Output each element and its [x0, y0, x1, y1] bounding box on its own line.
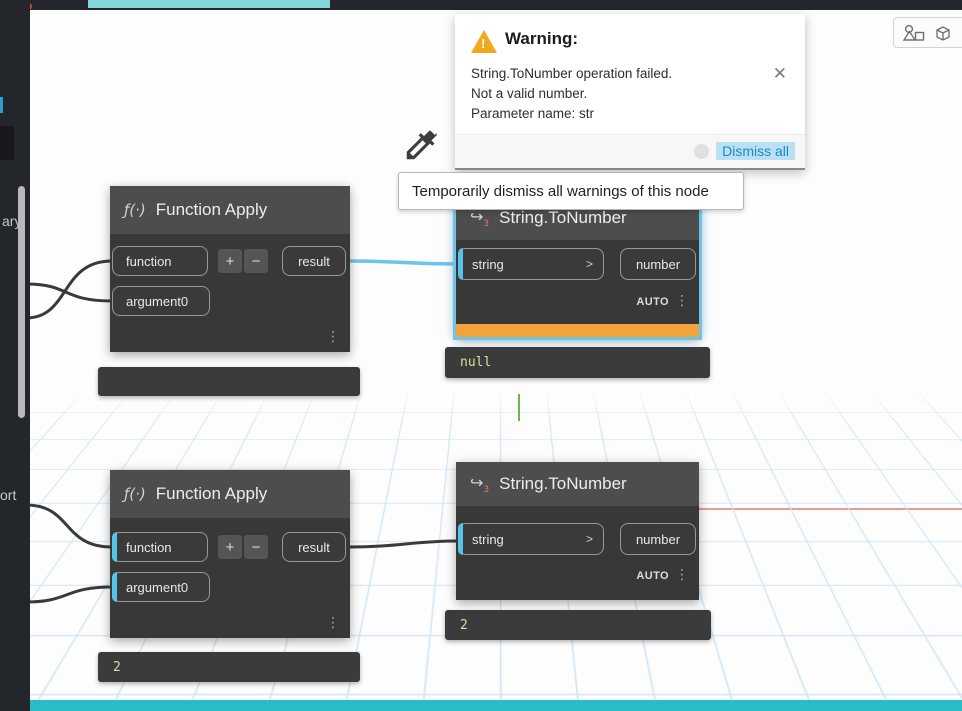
node-options-icon[interactable]: ⋮ — [326, 330, 340, 344]
output-port-number[interactable]: number — [620, 248, 696, 280]
preview-bubble-string-tonumber-bottom[interactable]: 2 — [445, 610, 711, 640]
port-label: number — [635, 256, 681, 272]
node-title: String.ToNumber — [499, 474, 627, 493]
node-options-icon[interactable]: ⋮ — [326, 616, 340, 630]
warning-popup-footer: Dismiss all — [455, 134, 805, 168]
close-icon[interactable]: ✕ — [773, 64, 787, 84]
dynamo-workspace: null 2 2 ƒ(·) Function Apply function + … — [0, 0, 962, 711]
geometry-view-toolbar — [893, 17, 962, 48]
add-argument-button[interactable]: + — [218, 249, 242, 273]
eyedropper-cursor-icon — [406, 130, 437, 160]
top-bar — [0, 0, 962, 10]
remove-argument-button[interactable]: − — [244, 535, 268, 559]
warning-popup: ! Warning: ✕ String.ToNumber operation f… — [455, 14, 805, 170]
preview-bubble-function-apply-bottom[interactable]: 2 — [98, 652, 360, 682]
node-function-apply-bottom[interactable]: ƒ(·) Function Apply function + − result … — [110, 470, 350, 638]
sidebar-item-import[interactable]: ort — [0, 487, 16, 503]
connected-port-accent — [112, 572, 117, 602]
warning-state-bar — [456, 324, 699, 337]
output-port-result[interactable]: result — [282, 246, 346, 276]
remove-argument-button[interactable]: − — [244, 249, 268, 273]
default-value-chevron-icon[interactable]: > — [586, 257, 593, 271]
port-label: argument0 — [126, 579, 189, 595]
warning-triangle-icon: ! — [471, 30, 497, 53]
connected-port-accent — [112, 532, 117, 562]
node-header[interactable]: ↪3 String.ToNumber — [456, 462, 699, 506]
node-options-icon[interactable]: ⋮ — [675, 294, 689, 308]
preview-bubble-function-apply-top[interactable] — [98, 367, 360, 396]
node-title: Function Apply — [155, 484, 268, 503]
sidebar-panel-block — [0, 126, 14, 160]
node-options-icon[interactable]: ⋮ — [675, 568, 689, 582]
node-string-tonumber-bottom[interactable]: ↪3 String.ToNumber string > number AUTO … — [456, 462, 699, 600]
port-label: result — [298, 253, 330, 269]
dismiss-all-link[interactable]: Dismiss all — [716, 142, 795, 160]
dismiss-hover-circle — [694, 144, 709, 159]
port-label: function — [126, 253, 172, 269]
input-port-string[interactable]: string > — [458, 523, 604, 555]
input-port-argument0[interactable]: argument0 — [112, 286, 210, 316]
connected-port-accent — [458, 523, 463, 555]
output-port-result[interactable]: result — [282, 532, 346, 562]
node-string-tonumber-top[interactable]: ↪3 String.ToNumber string > number AUTO … — [453, 193, 702, 340]
cube-icon[interactable] — [933, 24, 953, 42]
x-axis-line — [697, 508, 962, 510]
port-label: string — [472, 531, 504, 547]
input-port-function[interactable]: function — [112, 246, 208, 276]
preview-value: 2 — [460, 617, 468, 633]
string-tonumber-icon: ↪3 — [470, 206, 490, 230]
node-header[interactable]: ƒ(·) Function Apply — [110, 470, 350, 518]
port-label: number — [635, 531, 681, 547]
progress-strip — [88, 0, 330, 8]
warning-message-line: Parameter name: str — [471, 106, 595, 121]
warning-message-line: Not a valid number. — [471, 86, 588, 101]
input-port-string[interactable]: string > — [458, 248, 604, 280]
lacing-label[interactable]: AUTO — [636, 296, 669, 308]
output-port-number[interactable]: number — [620, 523, 696, 555]
dismiss-all-tooltip: Temporarily dismiss all warnings of this… — [398, 172, 744, 210]
input-port-argument0[interactable]: argument0 — [112, 572, 210, 602]
port-label: string — [472, 256, 504, 272]
port-label: function — [126, 539, 172, 555]
input-port-function[interactable]: function — [112, 532, 208, 562]
preview-value: null — [460, 355, 492, 370]
status-bar — [30, 700, 962, 711]
lacing-label[interactable]: AUTO — [636, 570, 669, 582]
add-argument-button[interactable]: + — [218, 535, 242, 559]
node-title: Function Apply — [155, 200, 268, 219]
port-label: argument0 — [126, 293, 189, 309]
port-label: result — [298, 539, 330, 555]
left-sidebar: ary ort — [0, 0, 30, 711]
preview-bubble-string-tonumber-top[interactable]: null — [445, 347, 710, 378]
default-value-chevron-icon[interactable]: > — [586, 532, 593, 546]
string-tonumber-icon: ↪3 — [470, 472, 490, 496]
node-function-apply-top[interactable]: ƒ(·) Function Apply function + − result … — [110, 186, 350, 352]
geometry-shapes-icon[interactable] — [902, 24, 926, 42]
sidebar-active-accent — [0, 97, 3, 113]
warning-title: Warning: — [505, 29, 579, 48]
warning-message-line: String.ToNumber operation failed. — [471, 66, 673, 81]
function-apply-icon: ƒ(·) — [124, 201, 146, 219]
preview-value: 2 — [113, 659, 121, 675]
tooltip-text: Temporarily dismiss all warnings of this… — [412, 182, 709, 200]
y-axis-line — [518, 394, 520, 421]
node-title: String.ToNumber — [499, 208, 627, 227]
sidebar-scrollbar[interactable] — [18, 186, 25, 418]
function-apply-icon: ƒ(·) — [124, 485, 146, 503]
node-header[interactable]: ƒ(·) Function Apply — [110, 186, 350, 234]
connected-port-accent — [458, 248, 463, 280]
